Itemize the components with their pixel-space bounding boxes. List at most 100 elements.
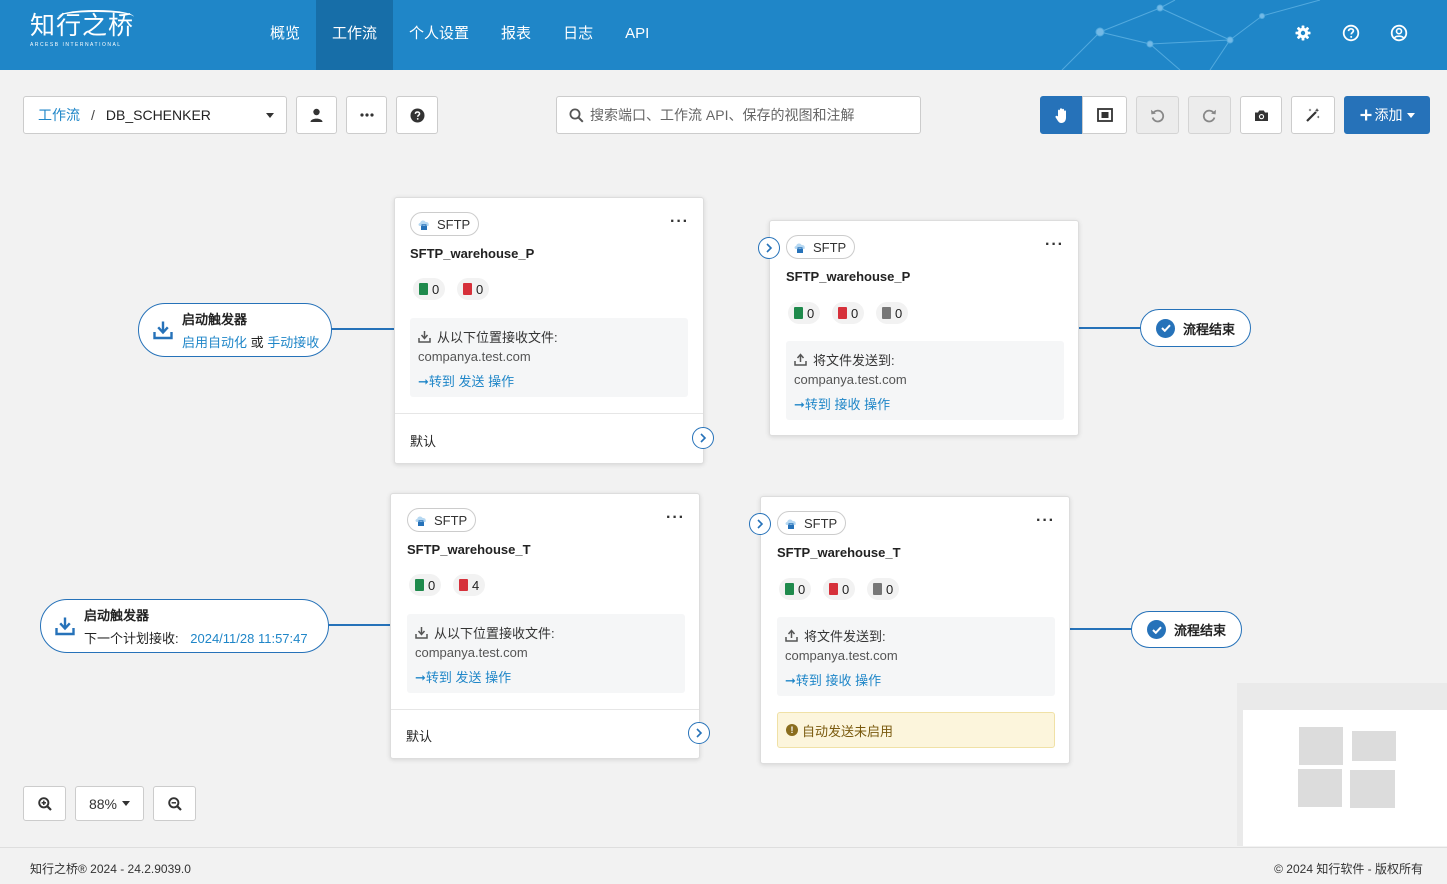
nav-reports[interactable]: 报表: [485, 0, 547, 70]
zoom-in-button[interactable]: [23, 786, 66, 821]
help-icon[interactable]: [1342, 24, 1360, 42]
search-box[interactable]: [556, 96, 921, 134]
zoom-level-dropdown[interactable]: 88%: [75, 786, 144, 821]
enable-automation-link[interactable]: 启用自动化: [182, 335, 247, 350]
connector-card-send[interactable]: SFTP ··· SFTP_warehouse_T 0 0 0 将文件发送到: …: [760, 496, 1070, 764]
plus-icon: [1360, 109, 1371, 121]
remote-host: companya.test.com: [415, 645, 528, 660]
connector-line: [1078, 327, 1141, 329]
connector-name[interactable]: SFTP_warehouse_T: [407, 542, 531, 557]
output-port-button[interactable]: [692, 427, 714, 449]
redo-button[interactable]: [1188, 96, 1231, 134]
error-count-badge[interactable]: 0: [457, 278, 490, 300]
upload-icon: [794, 353, 807, 366]
add-button[interactable]: 添加: [1344, 96, 1430, 134]
warning-text: 自动发送未启用: [802, 723, 894, 739]
send-info-box: 将文件发送到: companya.test.com ➞转到 接收 操作: [786, 341, 1064, 420]
search-icon: [569, 108, 584, 123]
manual-receive-link[interactable]: 手动接收: [267, 335, 319, 350]
undo-button[interactable]: [1136, 96, 1179, 134]
caret-down-icon: [1406, 112, 1415, 118]
output-label: 默认: [406, 729, 433, 744]
user-icon[interactable]: [1390, 24, 1408, 42]
zoom-out-button[interactable]: [153, 786, 196, 821]
connector-name[interactable]: SFTP_warehouse_P: [410, 246, 534, 261]
output-port-button[interactable]: [688, 722, 710, 744]
user-icon: [310, 108, 323, 122]
upload-icon: [785, 629, 798, 642]
sftp-tag: SFTP: [407, 508, 477, 532]
question-circle-icon: [410, 108, 424, 122]
next-schedule-time[interactable]: 2024/11/28 11:57:47: [190, 631, 307, 646]
success-count-badge[interactable]: 0: [409, 574, 442, 596]
remote-host: companya.test.com: [794, 372, 907, 387]
file-pending-icon: [882, 307, 891, 319]
error-count-badge[interactable]: 0: [823, 578, 856, 600]
zoom-level-value: 88%: [88, 795, 118, 812]
goto-send-link[interactable]: ➞转到 发送 操作: [415, 667, 511, 686]
goto-receive-link[interactable]: ➞转到 接收 操作: [785, 670, 881, 689]
workspace-user-button[interactable]: [296, 96, 337, 134]
fit-view-button[interactable]: [1082, 96, 1127, 134]
file-success-icon: [794, 307, 803, 319]
minimap[interactable]: [1237, 683, 1447, 846]
app-logo[interactable]: 知行之桥 ARCESB INTERNATIONAL: [30, 10, 134, 48]
goto-receive-link[interactable]: ➞转到 接收 操作: [794, 394, 890, 413]
chevron-down-icon: [266, 113, 274, 118]
card-menu-icon[interactable]: ···: [666, 509, 685, 527]
pending-count-badge[interactable]: 0: [876, 302, 909, 324]
minimap-viewport[interactable]: [1243, 710, 1447, 846]
pan-mode-button[interactable]: [1040, 96, 1083, 134]
caret-down-icon: [122, 801, 131, 806]
help-button[interactable]: [396, 96, 438, 134]
chevron-right-icon: [766, 243, 773, 253]
workflow-breadcrumb[interactable]: 工作流 / DB_SCHENKER: [23, 96, 287, 134]
success-count-badge[interactable]: 0: [413, 278, 446, 300]
receive-title: 从以下位置接收文件:: [415, 623, 555, 642]
sftp-tag-label: SFTP: [813, 239, 847, 255]
error-count: 0: [851, 305, 859, 321]
input-port-button[interactable]: [749, 513, 771, 535]
start-trigger-2[interactable]: 启动触发器 下一个计划接收: 2024/11/28 11:57:47: [40, 599, 329, 653]
connector-name[interactable]: SFTP_warehouse_P: [786, 269, 910, 284]
error-count-badge[interactable]: 4: [453, 574, 486, 596]
card-menu-icon[interactable]: ···: [1036, 512, 1055, 530]
nav-profile-settings[interactable]: 个人设置: [393, 0, 485, 70]
breadcrumb-workflow-link[interactable]: 工作流: [38, 105, 80, 125]
arrow-right-icon: ➞: [785, 673, 796, 688]
gear-icon[interactable]: [1294, 24, 1312, 42]
search-input[interactable]: [590, 107, 910, 123]
nav-overview[interactable]: 概览: [254, 0, 316, 70]
file-success-icon: [785, 583, 794, 595]
connector-line: [331, 328, 395, 330]
goto-send-link[interactable]: ➞转到 发送 操作: [418, 371, 514, 390]
breadcrumb-separator: /: [91, 107, 95, 123]
card-menu-icon[interactable]: ···: [670, 213, 689, 231]
connector-card-receive[interactable]: SFTP ··· SFTP_warehouse_P 0 0 从以下位置接收文件:…: [394, 197, 704, 464]
start-trigger-1[interactable]: 启动触发器 启用自动化 或 手动接收: [138, 303, 332, 357]
file-error-icon: [838, 307, 847, 319]
nav-logs[interactable]: 日志: [547, 0, 609, 70]
check-circle-icon: [1156, 318, 1175, 338]
connector-name[interactable]: SFTP_warehouse_T: [777, 545, 901, 560]
input-port-button[interactable]: [758, 237, 780, 259]
connector-card-receive[interactable]: SFTP ··· SFTP_warehouse_T 0 4 从以下位置接收文件:…: [390, 493, 700, 759]
success-count-badge[interactable]: 0: [788, 302, 821, 324]
flow-end-1[interactable]: 流程结束: [1140, 309, 1251, 347]
error-count-badge[interactable]: 0: [832, 302, 865, 324]
pending-count-badge[interactable]: 0: [867, 578, 900, 600]
goto-send-text: 转到 发送 操作: [425, 670, 512, 685]
snapshot-button[interactable]: [1240, 96, 1282, 134]
goto-receive-text: 转到 接收 操作: [795, 673, 882, 688]
nav-api[interactable]: API: [609, 0, 665, 70]
success-count-badge[interactable]: 0: [779, 578, 812, 600]
connector-card-send[interactable]: SFTP ··· SFTP_warehouse_P 0 0 0 将文件发送到: …: [769, 220, 1079, 436]
undo-icon: [1151, 109, 1165, 122]
flow-end-2[interactable]: 流程结束: [1131, 611, 1242, 648]
pending-count: 0: [895, 305, 903, 321]
card-menu-icon[interactable]: ···: [1045, 236, 1064, 254]
nav-workflow[interactable]: 工作流: [316, 0, 394, 70]
success-count: 0: [798, 581, 806, 597]
more-options-button[interactable]: [346, 96, 387, 134]
auto-layout-button[interactable]: [1291, 96, 1335, 134]
